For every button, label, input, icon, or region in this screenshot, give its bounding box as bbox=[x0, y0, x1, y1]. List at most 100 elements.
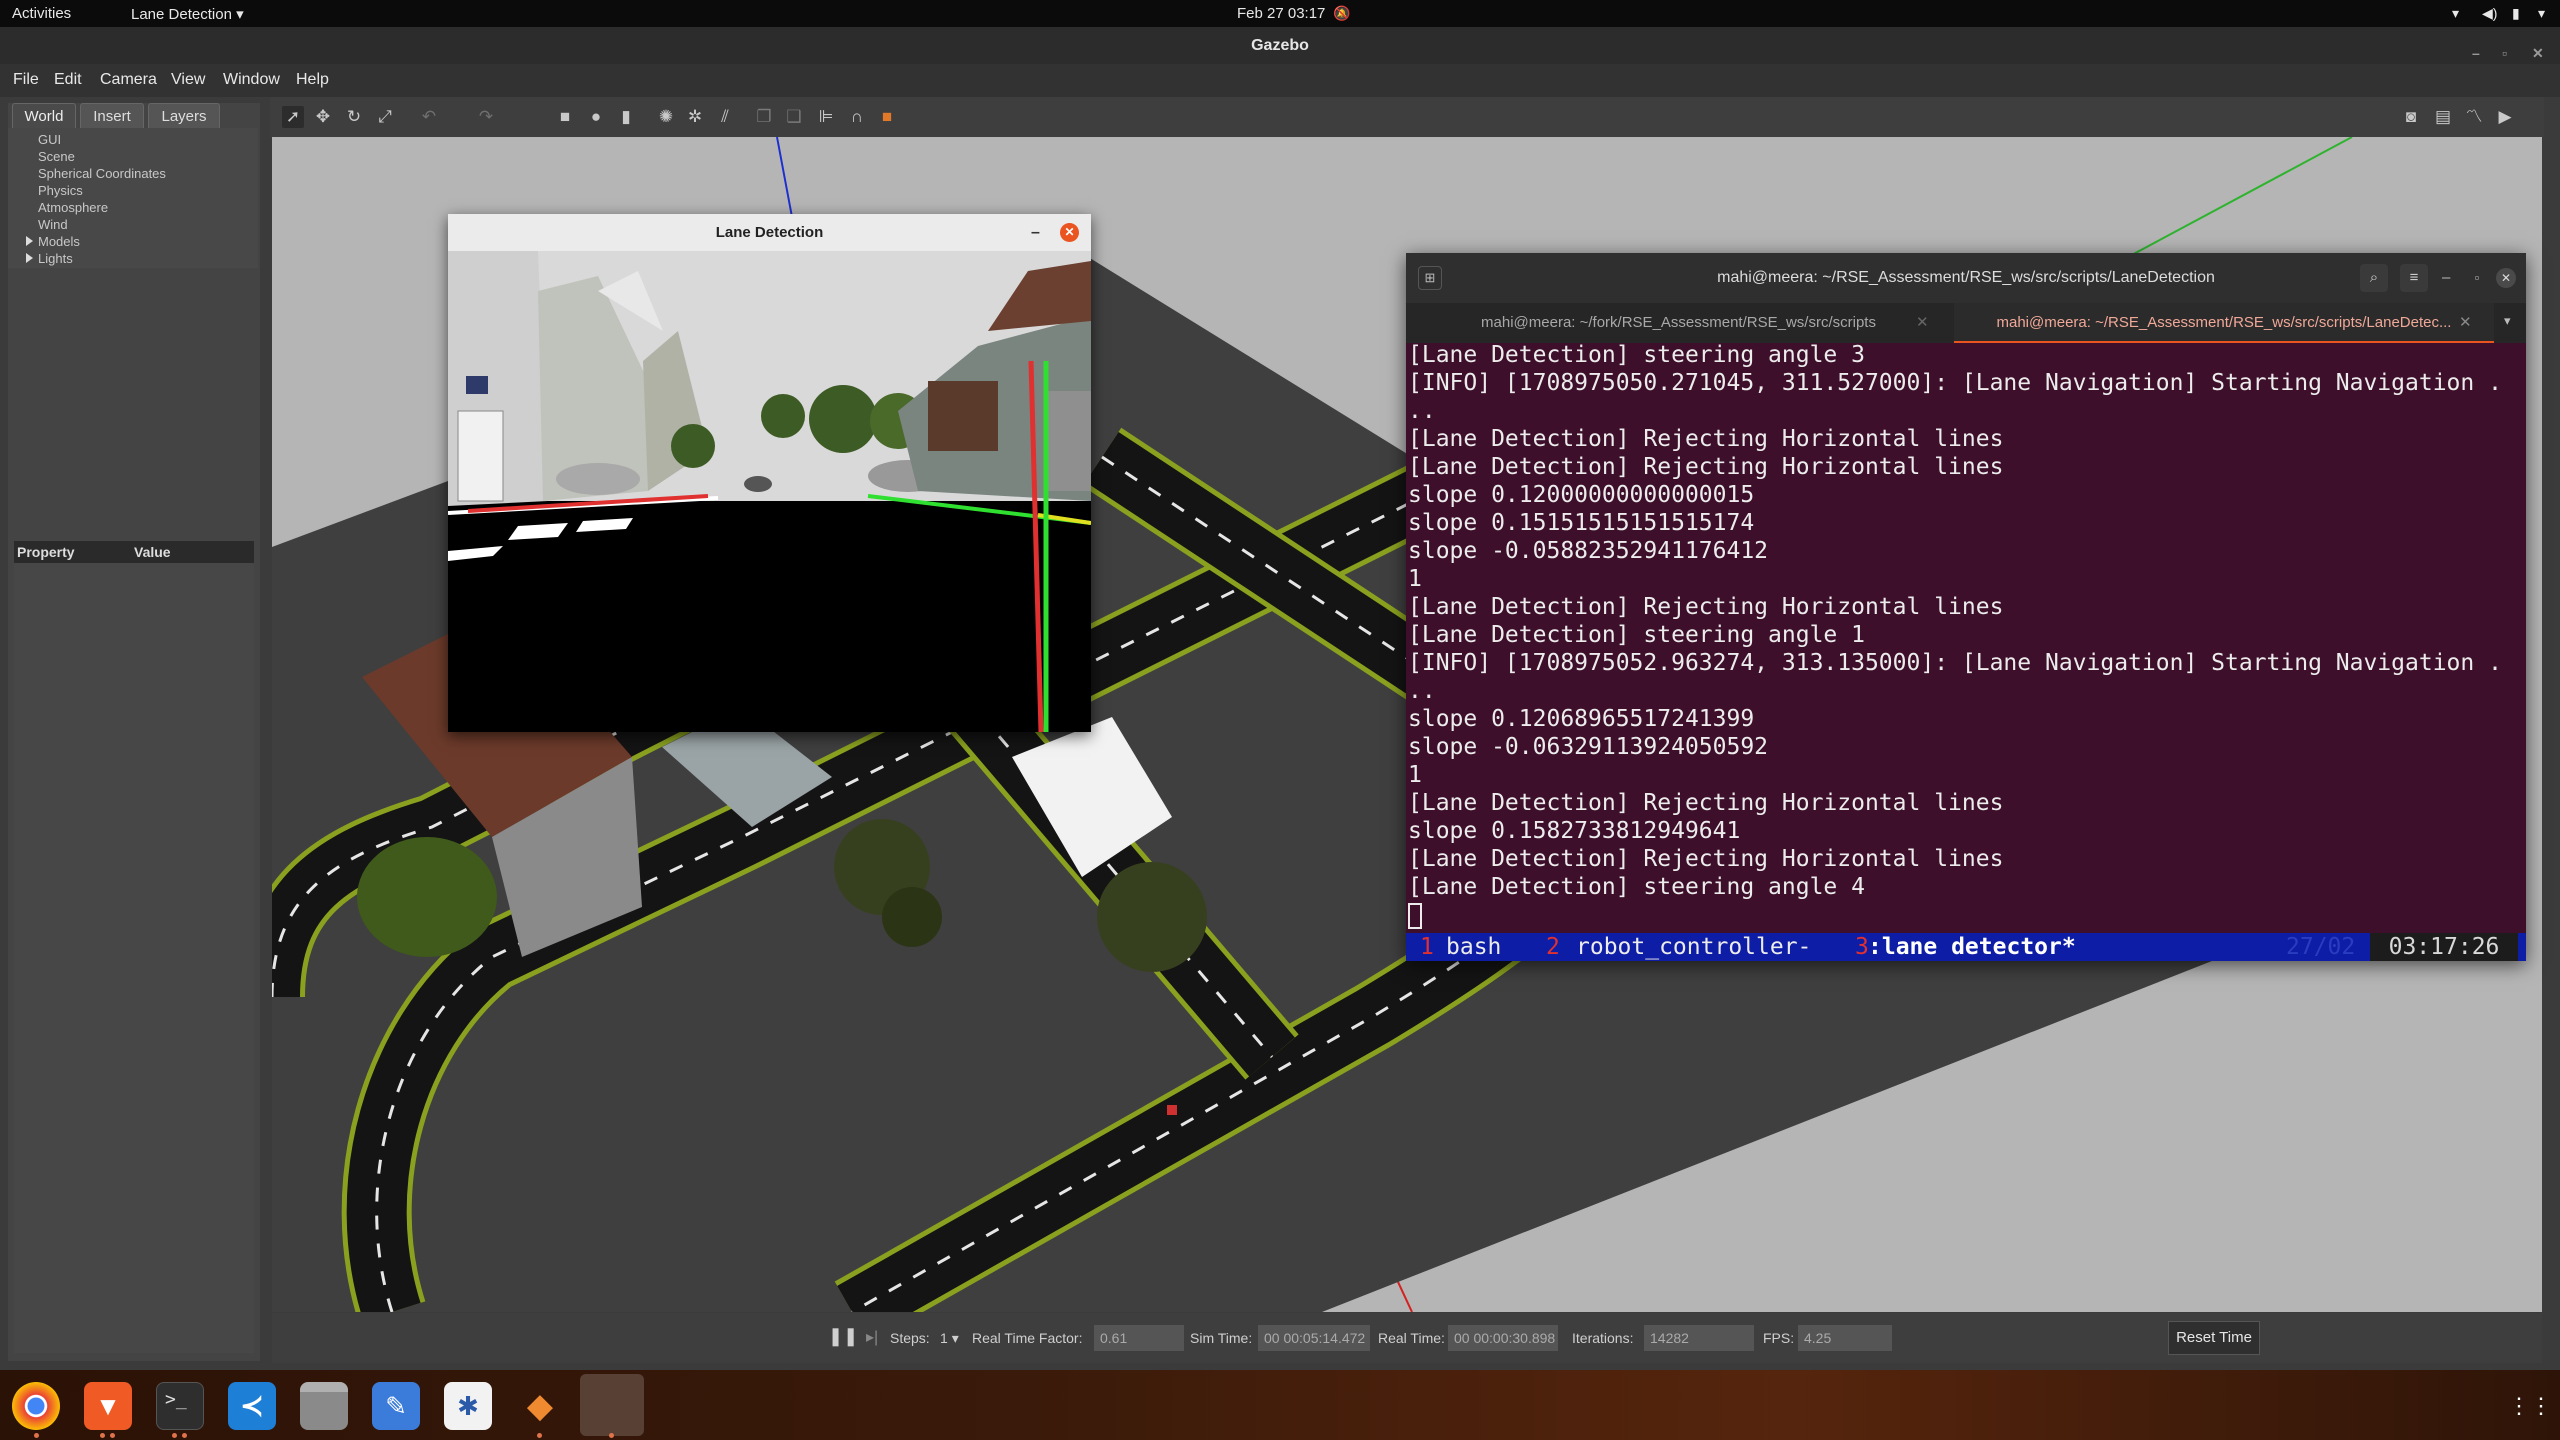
tree-item-scene[interactable]: Scene bbox=[38, 149, 75, 164]
running-indicator bbox=[100, 1433, 105, 1438]
files-icon[interactable] bbox=[300, 1382, 348, 1430]
pause-icon[interactable]: ❚❚ bbox=[828, 1326, 858, 1347]
property-table bbox=[14, 563, 254, 1353]
clock[interactable]: Feb 27 03:17 bbox=[1237, 5, 1325, 22]
video-record-icon[interactable]: ▶ bbox=[2494, 106, 2516, 128]
lane-detection-window-icon[interactable] bbox=[580, 1374, 644, 1436]
maximize-icon[interactable]: ▫ bbox=[2462, 253, 2492, 303]
expand-arrow-icon[interactable] bbox=[26, 253, 33, 263]
tmux-window-2-name[interactable]: robot_controller- bbox=[1576, 933, 1811, 961]
system-top-bar: Activities Lane Detection ▾ Feb 27 03:17… bbox=[0, 0, 2560, 27]
screenshot-icon[interactable]: ◙ bbox=[2400, 106, 2422, 128]
translate-mode-icon[interactable]: ✥ bbox=[312, 106, 334, 128]
hamburger-menu-icon[interactable]: ≡ bbox=[2400, 264, 2428, 292]
window-title: Gazebo bbox=[1251, 37, 1309, 54]
lane-detection-title-bar[interactable]: Lane Detection – ✕ bbox=[448, 214, 1091, 251]
activities-button[interactable]: Activities bbox=[12, 5, 71, 22]
tree-item-physics[interactable]: Physics bbox=[38, 183, 83, 198]
tree-item-lights[interactable]: Lights bbox=[38, 251, 73, 266]
brave-icon[interactable]: ▼ bbox=[84, 1382, 132, 1430]
lane-detection-window: Lane Detection – ✕ bbox=[448, 214, 1091, 732]
terminal-output[interactable]: [Lane Detection] steering angle 3 [INFO]… bbox=[1406, 342, 2526, 933]
running-indicator bbox=[182, 1433, 187, 1438]
tmux-window-3-number: 3 bbox=[1855, 934, 1869, 960]
app-menu[interactable]: Lane Detection ▾ bbox=[131, 5, 244, 23]
undo-icon[interactable]: ↶ bbox=[418, 106, 440, 128]
tree-item-atmosphere[interactable]: Atmosphere bbox=[38, 200, 108, 215]
menu-bar: File Edit Camera View Window Help bbox=[0, 64, 2560, 97]
vscode-icon[interactable]: ≺ bbox=[228, 1382, 276, 1430]
chevron-down-icon[interactable]: ▾ bbox=[2538, 5, 2545, 22]
terminal-line: slope 0.12000000000000015 bbox=[1408, 482, 1755, 508]
minimize-icon[interactable]: – bbox=[1031, 214, 1040, 251]
rotate-mode-icon[interactable]: ↻ bbox=[343, 106, 365, 128]
close-icon[interactable]: ✕ bbox=[1060, 223, 1079, 242]
tab-insert[interactable]: Insert bbox=[80, 103, 144, 128]
steps-value[interactable]: 1 ▾ bbox=[940, 1330, 959, 1347]
tmux-window-2-number: 2 bbox=[1546, 934, 1560, 960]
tab-list-chevron-icon[interactable]: ▾ bbox=[2504, 313, 2511, 329]
tab-layers[interactable]: Layers bbox=[148, 103, 220, 128]
reset-time-button[interactable]: Reset Time bbox=[2168, 1321, 2260, 1355]
snap-icon[interactable]: ∩ bbox=[846, 106, 868, 128]
tree-item-gui[interactable]: GUI bbox=[38, 132, 61, 147]
plot-icon[interactable]: 〽 bbox=[2463, 106, 2485, 128]
terminal-tab-1[interactable]: mahi@meera: ~/fork/RSE_Assessment/RSE_ws… bbox=[1406, 303, 1951, 343]
property-header: Property Value bbox=[14, 541, 254, 563]
spot-light-icon[interactable]: ✲ bbox=[684, 106, 706, 128]
menu-file[interactable]: File bbox=[13, 71, 39, 89]
change-view-icon[interactable]: ■ bbox=[876, 106, 898, 128]
terminal-line: [Lane Detection] steering angle 4 bbox=[1408, 874, 1865, 900]
blender-icon[interactable]: ◆ bbox=[516, 1382, 564, 1430]
cylinder-shape-icon[interactable]: ▮ bbox=[615, 106, 637, 128]
expand-arrow-icon[interactable] bbox=[26, 236, 33, 246]
fps-label: FPS: bbox=[1763, 1330, 1795, 1346]
point-light-icon[interactable]: ✺ bbox=[655, 106, 677, 128]
gazebo-icon[interactable]: ✱ bbox=[444, 1382, 492, 1430]
search-icon[interactable]: ⌕ bbox=[2360, 264, 2388, 292]
sphere-shape-icon[interactable]: ● bbox=[585, 106, 607, 128]
tmux-date: 27/02 bbox=[2286, 934, 2356, 960]
copy-icon[interactable]: ❐ bbox=[753, 106, 775, 128]
tab-close-icon[interactable]: ✕ bbox=[2459, 303, 2472, 341]
menu-edit[interactable]: Edit bbox=[54, 71, 82, 89]
close-icon[interactable]: ✕ bbox=[2496, 268, 2516, 288]
align-icon[interactable]: ⊫ bbox=[815, 106, 837, 128]
menu-view[interactable]: View bbox=[171, 71, 205, 89]
app-grid-icon[interactable]: ⋮⋮⋮ bbox=[2508, 1392, 2560, 1420]
tmux-window-1-name[interactable]: bash bbox=[1446, 933, 1501, 961]
volume-icon[interactable]: ◀) bbox=[2482, 5, 2497, 22]
terminal-line: slope -0.05882352941176412 bbox=[1408, 538, 1769, 564]
new-tab-icon[interactable]: ⊞ bbox=[1418, 266, 1442, 290]
dock: ▼ >_ ≺ ✎ ✱ ◆ ⋮⋮⋮ bbox=[0, 1370, 2560, 1440]
chrome-icon[interactable] bbox=[12, 1382, 60, 1430]
minimize-icon[interactable]: – bbox=[2442, 253, 2450, 303]
tree-item-wind[interactable]: Wind bbox=[38, 217, 68, 232]
tmux-window-3-name[interactable]: :lane detector* bbox=[1868, 933, 2076, 961]
terminal-tab-2[interactable]: mahi@meera: ~/RSE_Assessment/RSE_ws/src/… bbox=[1954, 303, 2494, 343]
terminal-icon[interactable]: >_ bbox=[156, 1382, 204, 1430]
real-time-label: Real Time: bbox=[1378, 1330, 1445, 1346]
paste-icon[interactable]: ❑ bbox=[783, 106, 805, 128]
scale-mode-icon[interactable]: ⤢ bbox=[374, 106, 396, 128]
tab-close-icon[interactable]: ✕ bbox=[1916, 303, 1929, 343]
tree-item-models[interactable]: Models bbox=[38, 234, 80, 249]
text-editor-icon[interactable]: ✎ bbox=[372, 1382, 420, 1430]
battery-icon[interactable]: ▮ bbox=[2512, 5, 2520, 22]
menu-camera[interactable]: Camera bbox=[100, 71, 157, 89]
tab-world[interactable]: World bbox=[12, 103, 76, 128]
tree-item-spherical-coordinates[interactable]: Spherical Coordinates bbox=[38, 166, 166, 181]
redo-icon[interactable]: ↷ bbox=[475, 106, 497, 128]
rtf-label: Real Time Factor: bbox=[972, 1330, 1083, 1346]
running-indicator bbox=[34, 1433, 39, 1438]
menu-help[interactable]: Help bbox=[296, 71, 329, 89]
step-icon[interactable]: ▸| bbox=[866, 1327, 878, 1347]
directional-light-icon[interactable]: ⫽ bbox=[714, 106, 736, 128]
menu-window[interactable]: Window bbox=[223, 71, 280, 89]
wifi-icon[interactable]: ▾ bbox=[2452, 5, 2459, 22]
terminal-title-bar[interactable]: ⊞ mahi@meera: ~/RSE_Assessment/RSE_ws/sr… bbox=[1406, 253, 2526, 303]
log-icon[interactable]: ▤ bbox=[2432, 106, 2454, 128]
box-shape-icon[interactable]: ■ bbox=[554, 106, 576, 128]
select-mode-icon[interactable]: ➚ bbox=[282, 106, 304, 128]
iterations-label: Iterations: bbox=[1572, 1330, 1634, 1346]
